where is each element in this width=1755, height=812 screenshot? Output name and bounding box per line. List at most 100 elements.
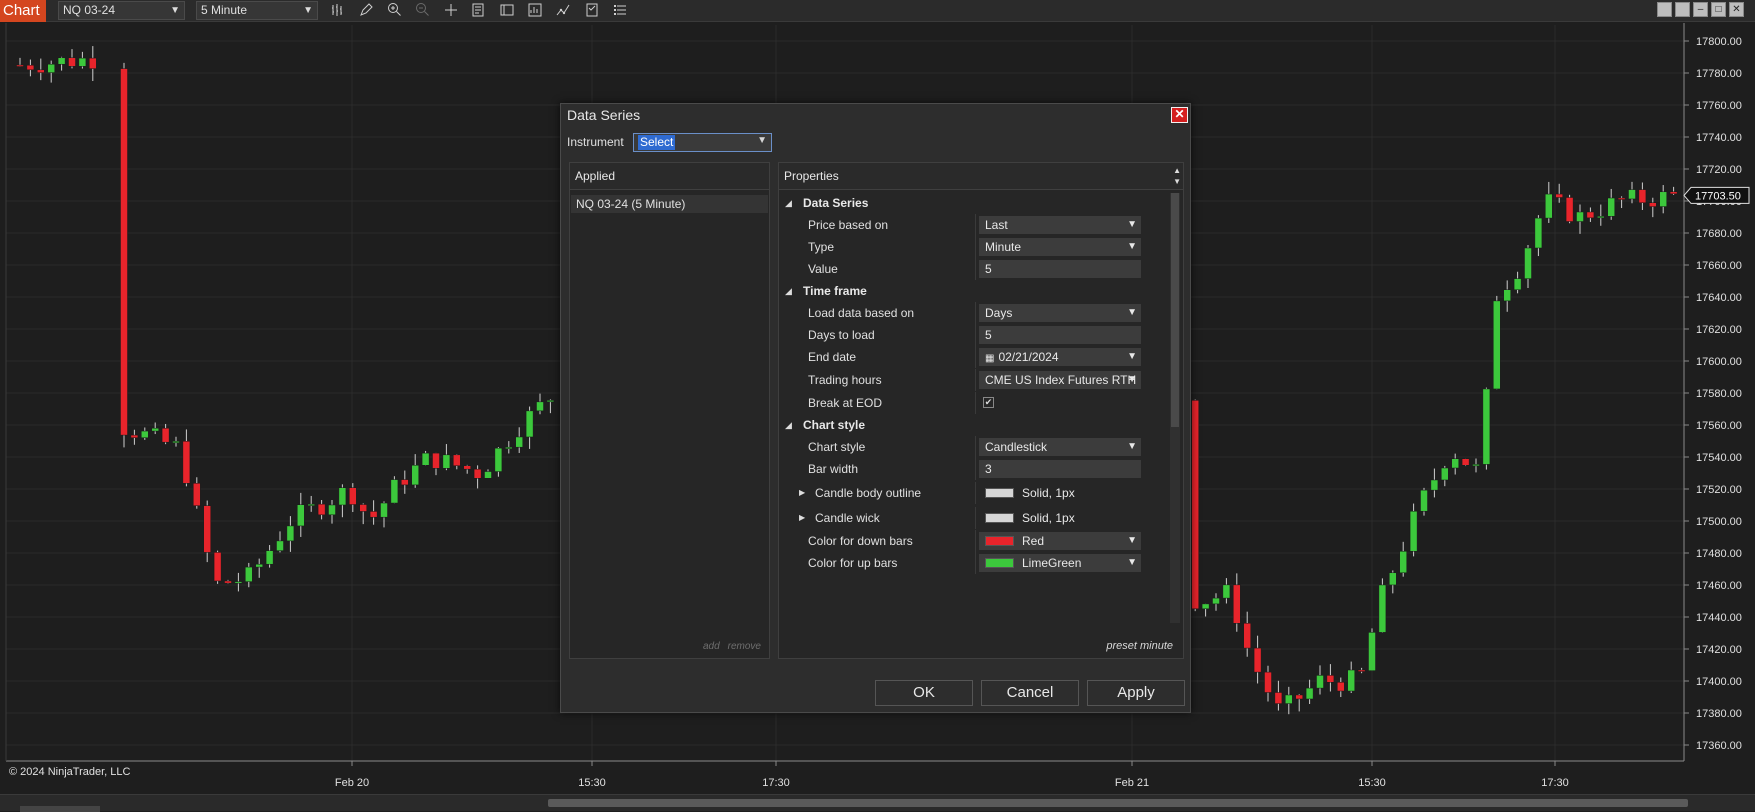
candle-body — [1191, 400, 1199, 610]
bar-width-input[interactable]: 3 — [979, 460, 1141, 478]
apply-button[interactable]: Apply — [1087, 680, 1185, 706]
close-icon[interactable]: ✕ — [1729, 2, 1744, 17]
type-dropdown[interactable]: Minute ▼ — [979, 238, 1141, 256]
prop-label: Load data based on — [808, 306, 915, 320]
candle-body — [1482, 388, 1491, 465]
x-tick-label: 15:30 — [578, 777, 606, 789]
color-swatch — [985, 558, 1014, 568]
y-tick-label: 17360.00 — [1696, 740, 1742, 752]
interval-selector[interactable]: 5 Minute ▼ — [196, 1, 318, 20]
candle-body — [1617, 197, 1626, 200]
prop-days-to-load: Days to load 5 — [779, 324, 1169, 346]
strategies-icon[interactable] — [526, 2, 544, 20]
prop-color-down-bars: Color for down bars Red ▼ — [779, 530, 1169, 552]
cancel-button[interactable]: Cancel — [981, 680, 1079, 706]
maximize-icon[interactable]: □ — [1711, 2, 1726, 17]
value-input[interactable]: 5 — [979, 260, 1141, 278]
properties-scrollbar[interactable] — [1170, 193, 1180, 623]
bars-type-icon[interactable] — [329, 2, 347, 20]
candle-body — [1285, 694, 1293, 704]
chart-style-dropdown[interactable]: Candlestick ▼ — [979, 438, 1141, 456]
category-label: Chart style — [803, 418, 866, 432]
category-chart-style[interactable]: ◢ Chart style — [779, 414, 1169, 436]
instrument-dropdown[interactable]: Select ▼ — [633, 133, 772, 152]
candle-body — [276, 540, 284, 551]
candle-body — [213, 552, 222, 582]
chevron-down-icon: ▼ — [170, 5, 180, 16]
instrument-selector[interactable]: NQ 03-24 ▼ — [58, 1, 185, 20]
collapse-triangle-icon[interactable]: ◢ — [785, 192, 792, 214]
instrument-dropdown-value: Select — [638, 135, 676, 150]
data-box-icon[interactable] — [469, 2, 487, 20]
category-time-frame[interactable]: ◢ Time frame — [779, 280, 1169, 302]
x-tick-label: Feb 21 — [1115, 777, 1149, 789]
break-at-eod-checkbox[interactable]: ✔ — [983, 397, 994, 408]
expand-triangle-icon[interactable]: ▶ — [799, 482, 805, 504]
data-series-dialog: Data Series ✕ Instrument Select ▼ Applie… — [560, 103, 1191, 713]
collapse-triangle-icon[interactable]: ◢ — [785, 280, 792, 302]
templates-icon[interactable] — [583, 2, 601, 20]
prop-load-data-based-on: Load data based on Days ▼ — [779, 302, 1169, 324]
prop-label: Value — [808, 262, 838, 276]
collapse-triangle-icon[interactable]: ◢ — [785, 414, 792, 436]
candle-body — [359, 504, 367, 512]
y-tick-label: 17800.00 — [1696, 36, 1742, 48]
tile-icon[interactable] — [1675, 2, 1690, 17]
candle-body — [1389, 572, 1397, 586]
chart-tab[interactable]: Chart — [0, 0, 46, 22]
y-tick-label: 17640.00 — [1696, 292, 1742, 304]
dropdown-value: CME US Index Futures RTH — [985, 373, 1137, 387]
expand-triangle-icon[interactable]: ▶ — [799, 507, 805, 529]
zoom-out-icon[interactable] — [414, 2, 432, 20]
prop-label: End date — [808, 350, 857, 364]
scrollbar-thumb[interactable] — [548, 799, 1688, 807]
object-list-icon[interactable] — [611, 2, 629, 20]
chevron-down-icon: ▼ — [757, 135, 767, 146]
properties-icon[interactable] — [498, 2, 516, 20]
indicators-icon[interactable] — [554, 2, 572, 20]
applied-list-item[interactable]: NQ 03-24 (5 Minute) — [571, 195, 768, 213]
color-swatch — [985, 488, 1014, 498]
candle-body — [1441, 467, 1449, 481]
trading-hours-dropdown[interactable]: CME US Index Futures RTH ▼ — [979, 371, 1141, 389]
candle-body — [1233, 584, 1241, 624]
y-tick-label: 17740.00 — [1696, 132, 1742, 144]
sort-arrows-icon[interactable]: ▲ ▼ — [1173, 165, 1181, 187]
properties-panel: Properties ▲ ▼ ◢ Data Series Price based … — [778, 162, 1184, 659]
close-icon[interactable]: ✕ — [1171, 107, 1188, 123]
price-based-on-dropdown[interactable]: Last ▼ — [979, 216, 1141, 234]
candle-body — [47, 63, 55, 73]
load-data-based-on-dropdown[interactable]: Days ▼ — [979, 304, 1141, 322]
zoom-in-icon[interactable] — [386, 2, 404, 20]
color-up-dropdown[interactable]: LimeGreen ▼ — [979, 554, 1141, 572]
end-date-picker[interactable]: ▦ 02/21/2024 ▼ — [979, 348, 1141, 366]
category-data-series[interactable]: ◢ Data Series — [779, 192, 1169, 214]
candle-body — [245, 566, 253, 582]
chart-scrollbar[interactable] — [0, 794, 1755, 812]
preset-link[interactable]: preset minute — [1106, 640, 1173, 652]
candle-body — [369, 511, 378, 518]
candle-wick-value[interactable]: Solid, 1px — [979, 509, 1141, 527]
draw-pencil-icon[interactable] — [357, 2, 375, 20]
days-to-load-input[interactable]: 5 — [979, 326, 1141, 344]
tile-icon[interactable] — [1657, 2, 1672, 17]
divider — [975, 482, 976, 504]
candle-body — [1347, 669, 1355, 692]
color-down-dropdown[interactable]: Red ▼ — [979, 532, 1141, 550]
minimize-icon[interactable]: – — [1693, 2, 1708, 17]
add-link[interactable]: add — [703, 641, 720, 652]
candle-body — [1264, 671, 1272, 693]
y-tick-label: 17440.00 — [1696, 612, 1742, 624]
crosshair-icon[interactable] — [442, 2, 460, 20]
prop-label: Days to load — [808, 328, 875, 342]
candle-body — [546, 400, 555, 403]
properties-header: Properties — [779, 163, 1183, 190]
candle-body-outline-value[interactable]: Solid, 1px — [979, 484, 1141, 502]
candle-body — [224, 580, 232, 584]
dropdown-value: Minute — [985, 240, 1022, 254]
prop-label: Color for down bars — [808, 534, 913, 548]
properties-scroll-thumb[interactable] — [1171, 193, 1179, 427]
ok-button[interactable]: OK — [875, 680, 973, 706]
candle-body — [1201, 603, 1210, 610]
remove-link[interactable]: remove — [728, 641, 761, 652]
